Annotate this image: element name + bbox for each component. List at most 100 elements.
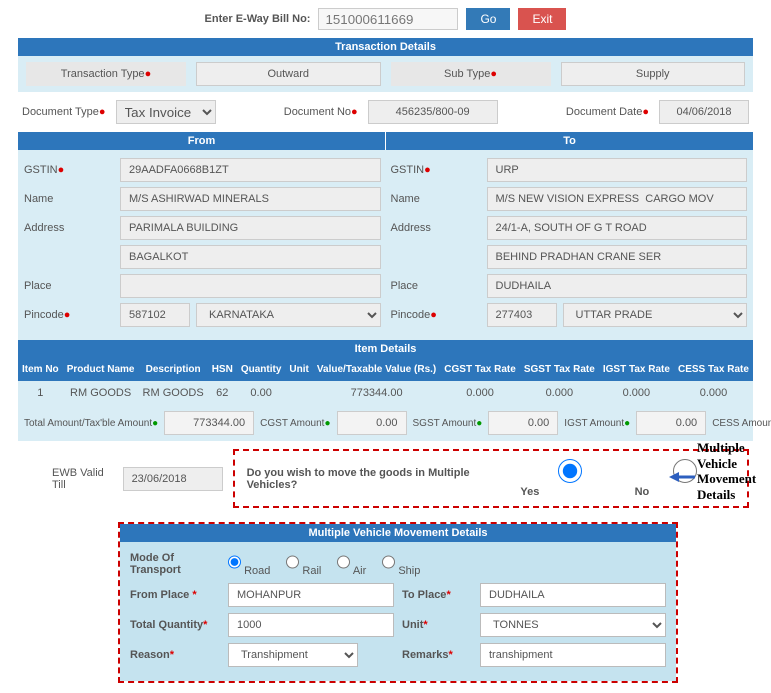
sgst-amount-label: SGST Amount — [413, 418, 477, 429]
cell-hsn: 62 — [208, 381, 237, 405]
item-table: Item No Product Name Description HSN Qua… — [18, 358, 753, 405]
total-amount-label: Total Amount/Tax'ble Amount — [24, 418, 152, 429]
ewb-valid-till-label: EWB Valid Till — [52, 467, 113, 491]
from-addr1-input[interactable] — [120, 216, 381, 240]
to-place-label: Place — [391, 280, 481, 292]
ewb-valid-till-input[interactable] — [123, 467, 223, 491]
valid-till-row: EWB Valid Till Do you wish to move the g… — [18, 441, 753, 516]
cell-sgst: 0.000 — [520, 381, 599, 405]
cell-qty: 0.00 — [237, 381, 286, 405]
sgst-amount-input[interactable] — [488, 411, 558, 435]
mv-to-place-label: To Place — [402, 589, 446, 601]
mv-remarks-label: Remarks — [402, 649, 448, 661]
ship-radio-label[interactable]: Ship — [382, 550, 420, 577]
sub-type-value: Supply — [561, 62, 746, 86]
to-place-input[interactable] — [487, 274, 748, 298]
air-radio[interactable] — [337, 550, 350, 574]
road-radio[interactable] — [228, 550, 241, 574]
to-name-input[interactable] — [487, 187, 748, 211]
col-cess: CESS Tax Rate — [674, 358, 753, 381]
doc-date-label: Document Date● — [566, 106, 649, 118]
igst-amount-label: IGST Amount — [564, 418, 624, 429]
to-state-select[interactable]: UTTAR PRADE — [563, 303, 748, 327]
from-gstin-label: GSTIN — [24, 164, 58, 176]
cgst-amount-label: CGST Amount — [260, 418, 324, 429]
mv-header: Multiple Vehicle Movement Details — [120, 524, 676, 542]
from-place-input[interactable] — [120, 274, 381, 298]
from-name-label: Name — [24, 193, 114, 205]
doc-type-select[interactable]: Tax Invoice — [116, 100, 216, 124]
from-addr2-input[interactable] — [120, 245, 381, 269]
mv-unit-label: Unit — [402, 619, 423, 631]
cell-desc: RM GOODS — [139, 381, 208, 405]
required-star: ● — [490, 68, 497, 80]
road-radio-label[interactable]: Road — [228, 550, 270, 577]
col-hsn: HSN — [208, 358, 237, 381]
mv-from-place-label: From Place — [130, 589, 189, 601]
mv-total-qty-input[interactable] — [228, 613, 394, 637]
col-unit: Unit — [285, 358, 312, 381]
required-star: ● — [145, 68, 152, 80]
mv-remarks-input[interactable] — [480, 643, 666, 667]
to-addr-label: Address — [391, 222, 481, 234]
ewb-no-input[interactable] — [318, 8, 458, 30]
to-name-label: Name — [391, 193, 481, 205]
to-column: GSTIN● Name Address Place Pincode● — [391, 158, 748, 332]
annotation-text: Multiple Vehicle Movement Details — [697, 440, 767, 502]
mv-reason-select[interactable]: Transhipment — [228, 643, 358, 667]
mv-reason-label: Reason — [130, 649, 170, 661]
arrow-icon — [669, 470, 695, 484]
to-pin-input[interactable] — [487, 303, 557, 327]
cgst-amount-input[interactable] — [337, 411, 407, 435]
from-column: GSTIN● Name Address Place Pincode● — [24, 158, 381, 332]
transaction-type-label: Transaction Type — [61, 68, 145, 80]
from-state-select[interactable]: KARNATAKA — [196, 303, 381, 327]
mv-unit-select[interactable]: TONNES — [480, 613, 666, 637]
sub-type-label: Sub Type — [444, 68, 490, 80]
cell-unit — [285, 381, 312, 405]
col-item-no: Item No — [18, 358, 63, 381]
top-bar: Enter E-Way Bill No: Go Exit — [18, 4, 753, 38]
rail-radio-label[interactable]: Rail — [286, 550, 321, 577]
from-pin-input[interactable] — [120, 303, 190, 327]
multiple-vehicle-question: Do you wish to move the goods in Multipl… — [247, 467, 491, 491]
cell-value: 773344.00 — [313, 381, 440, 405]
from-gstin-input[interactable] — [120, 158, 381, 182]
yes-radio-label[interactable]: Yes — [520, 459, 624, 498]
to-gstin-label: GSTIN — [391, 164, 425, 176]
transaction-row: Transaction Type● Outward Sub Type● Supp… — [26, 62, 745, 86]
table-row: 1 RM GOODS RM GOODS 62 0.00 773344.00 0.… — [18, 381, 753, 405]
doc-no-label: Document No● — [284, 106, 358, 118]
yes-radio[interactable] — [520, 459, 620, 483]
ewb-no-label: Enter E-Way Bill No: — [205, 13, 311, 25]
exit-button[interactable]: Exit — [518, 8, 566, 30]
sub-type-label-cell: Sub Type● — [391, 62, 551, 86]
transaction-type-label-cell: Transaction Type● — [26, 62, 186, 86]
doc-type-label: Document Type● — [22, 106, 106, 118]
from-pin-label: Pincode — [24, 309, 64, 321]
multiple-vehicle-movement-panel: Multiple Vehicle Movement Details Mode O… — [118, 522, 678, 683]
to-gstin-input[interactable] — [487, 158, 748, 182]
ship-radio[interactable] — [382, 550, 395, 574]
total-amount-input[interactable] — [164, 411, 254, 435]
to-addr2-input[interactable] — [487, 245, 748, 269]
igst-amount-input[interactable] — [636, 411, 706, 435]
mode-of-transport-label: Mode Of Transport — [130, 552, 220, 576]
to-addr1-input[interactable] — [487, 216, 748, 240]
col-description: Description — [139, 358, 208, 381]
totals-row: Total Amount/Tax'ble Amount● CGST Amount… — [18, 405, 753, 441]
item-details-header: Item Details — [18, 340, 753, 358]
from-header: From — [18, 132, 385, 150]
col-product-name: Product Name — [63, 358, 139, 381]
cess-amount-label: CESS Amount — [712, 418, 771, 429]
air-radio-label[interactable]: Air — [337, 550, 366, 577]
from-name-input[interactable] — [120, 187, 381, 211]
cell-item-no: 1 — [18, 381, 63, 405]
go-button[interactable]: Go — [466, 8, 510, 30]
document-row: Document Type● Tax Invoice Document No● … — [18, 92, 753, 132]
rail-radio[interactable] — [286, 550, 299, 574]
transaction-details-header: Transaction Details — [18, 38, 753, 56]
col-quantity: Quantity — [237, 358, 286, 381]
cell-cgst: 0.000 — [440, 381, 520, 405]
cell-cess: 0.000 — [674, 381, 753, 405]
